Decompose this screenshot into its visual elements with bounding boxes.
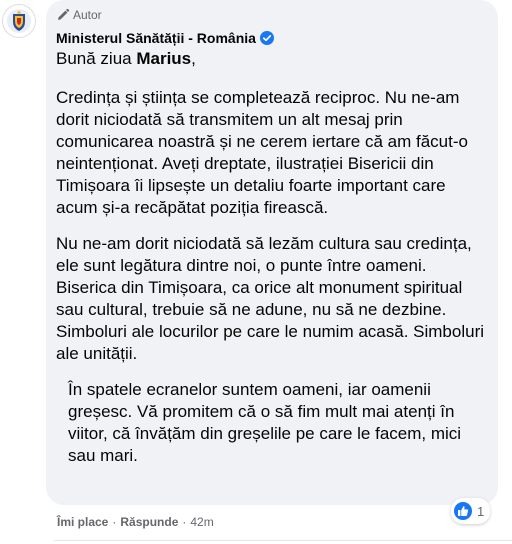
pencil-icon bbox=[56, 8, 70, 22]
separator: · bbox=[182, 515, 187, 529]
comment-actions: Îmi place · Răspunde · 42m bbox=[57, 514, 214, 530]
avatar[interactable] bbox=[2, 4, 36, 38]
mentioned-user-link[interactable]: Marius bbox=[136, 49, 191, 68]
comment-container: Autor Ministerul Sănătății - România Bun… bbox=[0, 0, 512, 544]
comment-paragraph-1: Credința și știința se completează recip… bbox=[56, 88, 468, 217]
comment-timestamp[interactable]: 42m bbox=[190, 515, 213, 529]
verified-badge-icon bbox=[259, 31, 274, 45]
divider bbox=[54, 540, 512, 541]
author-name-row: Ministerul Sănătății - România bbox=[56, 28, 488, 48]
comment-bubble: Autor Ministerul Sănătății - România Bun… bbox=[46, 0, 498, 505]
reply-button[interactable]: Răspunde bbox=[120, 515, 178, 529]
greeting-line: Bună ziua Marius, bbox=[56, 48, 488, 70]
author-badge: Autor bbox=[56, 6, 488, 24]
like-button[interactable]: Îmi place bbox=[57, 515, 108, 529]
author-name-link[interactable]: Ministerul Sănătății - România bbox=[56, 30, 256, 46]
reaction-count: 1 bbox=[477, 503, 485, 519]
author-badge-label: Autor bbox=[73, 8, 102, 22]
comment-paragraph-2: Nu ne-am dorit niciodată să lezăm cultur… bbox=[56, 234, 485, 363]
reaction-summary[interactable]: 1 bbox=[451, 498, 491, 524]
coat-of-arms-icon bbox=[7, 9, 31, 33]
separator: · bbox=[112, 515, 117, 529]
comment-paragraph-3: În spatele ecranelor suntem oameni, iar … bbox=[68, 380, 462, 465]
like-thumb-icon bbox=[454, 502, 472, 520]
greeting-prefix: Bună ziua bbox=[56, 49, 137, 68]
greeting-suffix: , bbox=[191, 49, 196, 68]
